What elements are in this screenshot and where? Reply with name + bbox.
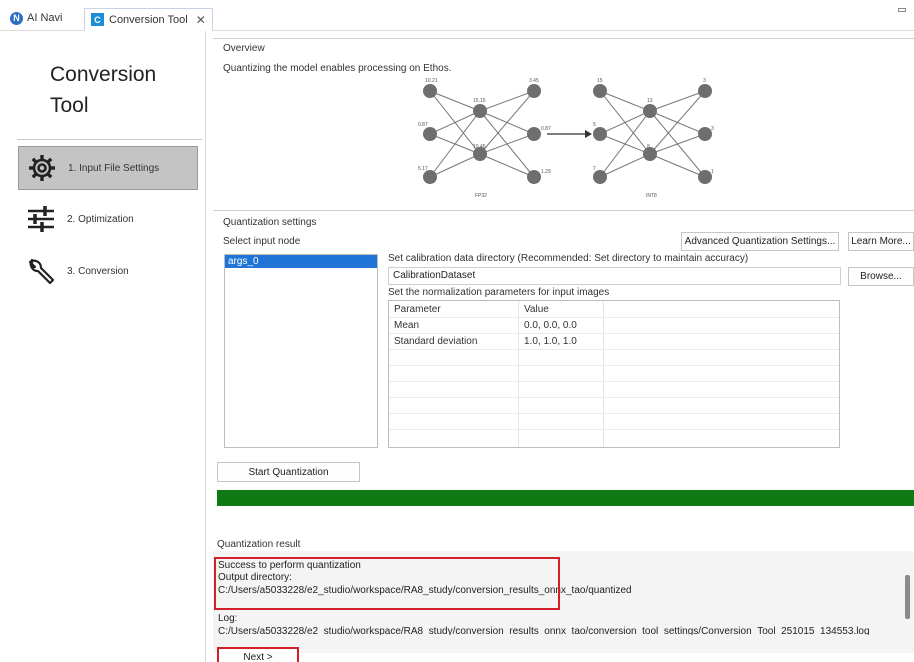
- quantization-progress-bar: [217, 490, 914, 506]
- fp32-value: 0.87: [418, 122, 428, 128]
- minimize-icon[interactable]: [898, 8, 906, 12]
- table-cell[interactable]: 1.0, 1.0, 1.0: [519, 334, 577, 350]
- table-header: Parameter Value: [389, 302, 839, 318]
- tab-label: Conversion Tool: [109, 13, 188, 26]
- tab-label: AI Navi: [27, 12, 63, 24]
- ai-navi-icon: N: [10, 11, 23, 25]
- tab-ai-navi[interactable]: N AI Navi: [10, 6, 62, 30]
- int8-value: 1: [711, 169, 714, 175]
- table-cell[interactable]: 0.0, 0.0, 0.0: [519, 318, 577, 334]
- int8-value: 5: [593, 122, 596, 128]
- gear-icon: [24, 150, 60, 186]
- list-item[interactable]: args_0: [225, 255, 377, 268]
- fp32-value: 1.29: [541, 169, 551, 175]
- normalization-label: Set the normalization parameters for inp…: [388, 287, 610, 298]
- int8-value: 13: [647, 98, 653, 104]
- log-path: C:/Users/a5033228/e2_studio/workspace/RA…: [218, 626, 870, 635]
- progress-fill: [217, 490, 914, 506]
- sidebar-item-conversion[interactable]: 3. Conversion: [18, 249, 198, 293]
- overview-description: Quantizing the model enables processing …: [223, 63, 452, 74]
- calibration-directory-field[interactable]: CalibrationDataset: [388, 267, 841, 285]
- calibration-directory-label: Set calibration data directory (Recommen…: [388, 253, 749, 264]
- sidebar: Conversion Tool 1. Input File Settings 2…: [5, 31, 206, 662]
- divider: [213, 38, 914, 39]
- table-row[interactable]: Standard deviation 1.0, 1.0, 1.0: [389, 334, 839, 350]
- sidebar-item-input-file-settings[interactable]: 1. Input File Settings: [18, 146, 198, 190]
- column-header: Value: [524, 304, 549, 315]
- input-node-list[interactable]: args_0: [224, 254, 378, 448]
- sidebar-item-label: 3. Conversion: [67, 265, 129, 277]
- divider: [17, 139, 202, 140]
- browse-button[interactable]: Browse...: [848, 267, 914, 286]
- int8-value: 3: [711, 126, 714, 132]
- table-cell: Mean: [394, 320, 420, 331]
- quantization-result-heading: Quantization result: [217, 539, 301, 550]
- log-label: Log:: [218, 613, 238, 624]
- app-title: Conversion Tool: [50, 63, 157, 117]
- conversion-tool-icon: C: [91, 13, 104, 26]
- divider: [213, 210, 914, 211]
- overview-heading: Overview: [223, 43, 265, 54]
- int8-label: INT8: [646, 193, 657, 199]
- learn-more-button[interactable]: Learn More...: [848, 232, 914, 251]
- main-panel: Overview Quantizing the model enables pr…: [207, 31, 914, 662]
- tab-conversion-tool[interactable]: C Conversion Tool ✕: [84, 8, 213, 32]
- fp32-value: 5.17: [418, 166, 428, 172]
- select-input-node-label: Select input node: [223, 236, 301, 247]
- fp32-value: 10.21: [425, 78, 438, 84]
- advanced-quantization-settings-button[interactable]: Advanced Quantization Settings...: [681, 232, 839, 251]
- close-icon[interactable]: ✕: [196, 13, 206, 27]
- sliders-icon: [23, 201, 59, 237]
- fp32-value: 10.45: [473, 144, 486, 150]
- highlight-box: [214, 557, 560, 610]
- table-row[interactable]: Mean 0.0, 0.0, 0.0: [389, 318, 839, 334]
- start-quantization-button[interactable]: Start Quantization: [217, 462, 360, 482]
- int8-value: 7: [593, 166, 596, 172]
- fp32-value: 0.87: [541, 126, 551, 132]
- fp32-label: FP32: [475, 193, 487, 199]
- normalization-table: Parameter Value Mean 0.0, 0.0, 0.0 Stand…: [388, 300, 840, 448]
- next-button[interactable]: Next >: [217, 647, 299, 662]
- tab-bar: N AI Navi C Conversion Tool ✕: [0, 0, 914, 32]
- fp32-value: 3.45: [529, 78, 539, 84]
- sidebar-item-optimization[interactable]: 2. Optimization: [18, 197, 198, 241]
- column-header: Parameter: [394, 304, 441, 315]
- quantization-settings-heading: Quantization settings: [223, 217, 317, 228]
- int8-value: 8: [647, 144, 650, 150]
- scrollbar-thumb[interactable]: [905, 575, 910, 619]
- quantization-diagram: 10.21 3.45 0.87 0.87 5.17 1.29 15.15 10.…: [418, 78, 714, 199]
- sidebar-item-label: 1. Input File Settings: [68, 162, 160, 174]
- fp32-value: 15.15: [473, 98, 486, 104]
- table-cell: Standard deviation: [394, 336, 478, 347]
- wrench-icon: [23, 253, 59, 289]
- sidebar-item-label: 2. Optimization: [67, 213, 134, 225]
- int8-value: 15: [597, 78, 603, 84]
- int8-value: 3: [703, 78, 706, 84]
